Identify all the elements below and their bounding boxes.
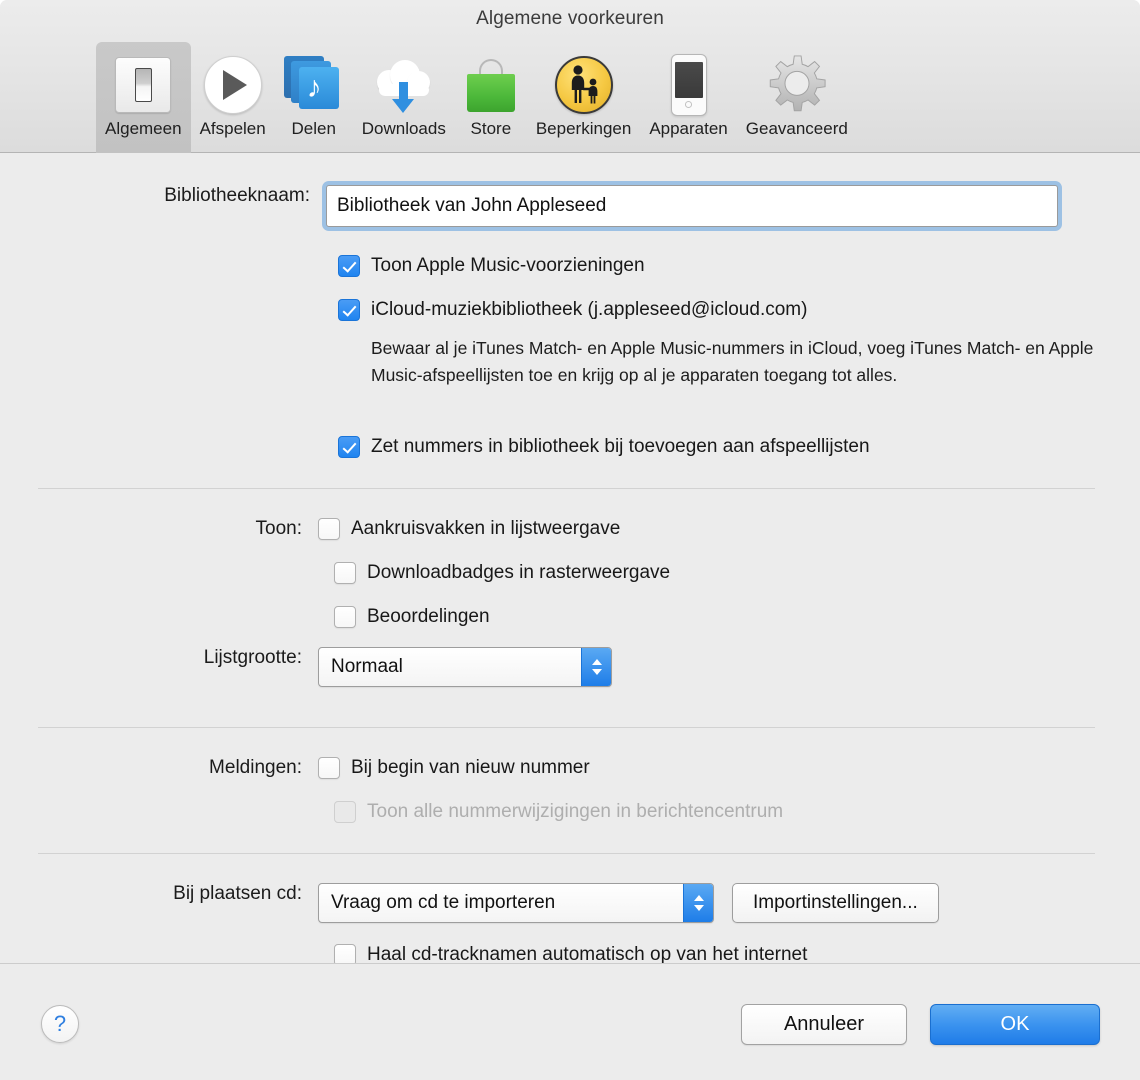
cd-section-label: Bij plaatsen cd: [173,883,302,904]
list-size-label: Lijstgrootte: [203,647,302,668]
help-button[interactable]: ? [41,1005,79,1043]
notifications-label: Meldingen: [209,757,302,778]
divider-2 [38,727,1095,728]
tab-downloads[interactable]: Downloads [353,42,455,153]
ok-button[interactable]: OK [930,1004,1100,1045]
label-nieuw-nummer: Bij begin van nieuw nummer [351,757,590,778]
shared-music-icon: ♪ [283,50,344,120]
checkbox-nummerwijzigingen [334,801,356,823]
tab-label-downloads: Downloads [361,119,446,138]
show-section-row-1: Toon: Aankruisvakken in lijstweergave [92,518,620,540]
tab-beperkingen[interactable]: Beperkingen [527,42,640,153]
cloud-download-icon [373,50,435,120]
show-section-label: Toon: [255,518,302,539]
list-size-value: Normaal [331,656,403,677]
question-mark-icon: ? [53,1011,67,1036]
tab-geavanceerd[interactable]: Geavanceerd [737,42,857,153]
notifications-row-1: Meldingen: Bij begin van nieuw nummer [92,757,590,779]
tab-apparaten[interactable]: Apparaten [640,42,736,153]
tab-delen[interactable]: ♪ Delen [275,42,353,153]
add-songs-to-library-checkbox[interactable] [338,436,360,458]
tab-label-delen: Delen [291,119,336,138]
library-name-label: Bibliotheeknaam: [164,185,310,206]
iphone-icon [670,50,707,120]
cd-action-popup[interactable]: Vraag om cd te importeren [318,883,714,923]
icloud-music-library-row[interactable]: iCloud-muziekbibliotheek (j.appleseed@ic… [338,299,807,321]
divider-1 [38,488,1095,489]
parental-controls-icon [554,50,613,120]
show-apple-music-row[interactable]: Toon Apple Music-voorzieningen [338,255,645,277]
preferences-content: Bibliotheeknaam: Bibliotheek van John Ap… [0,153,1140,966]
add-songs-to-library-label: Zet nummers in bibliotheek bij toevoegen… [371,436,870,457]
window-title: Algemene voorkeuren [476,8,664,29]
checkbox-downloadbadges[interactable] [334,562,356,584]
toolbar: Algemene voorkeuren Algemeen Afspelen ♪ … [0,0,1140,153]
tab-algemeen[interactable]: Algemeen [96,42,191,153]
import-settings-button[interactable]: Importinstellingen... [732,883,939,923]
tab-label-apparaten: Apparaten [649,119,728,138]
notifications-checkbox-row-1[interactable]: Bij begin van nieuw nummer [318,757,590,779]
cd-action-value: Vraag om cd te importeren [331,892,556,913]
list-size-popup[interactable]: Normaal [318,647,612,687]
list-size-row: Lijstgrootte: Normaal [92,647,612,687]
library-name-row: Bibliotheeknaam: Bibliotheek van John Ap… [100,185,1058,227]
tab-store[interactable]: Store [455,42,527,153]
tab-afspelen[interactable]: Afspelen [191,42,275,153]
library-name-input[interactable]: Bibliotheek van John Appleseed [326,185,1058,227]
label-downloadbadges: Downloadbadges in rasterweergave [367,562,671,583]
tab-label-beperkingen: Beperkingen [535,119,632,138]
icloud-music-library-checkbox[interactable] [338,299,360,321]
checkbox-aankruisvakken[interactable] [318,518,340,540]
show-apple-music-checkbox[interactable] [338,255,360,277]
label-aankruisvakken: Aankruisvakken in lijstweergave [351,518,621,539]
notifications-checkbox-row-2: Toon alle nummerwijzigingen in berichten… [334,801,783,823]
tab-label-store: Store [470,119,512,138]
tab-label-geavanceerd: Geavanceerd [745,119,848,138]
icloud-description: Bewaar al je iTunes Match- en Apple Musi… [371,338,1094,385]
divider-3 [38,853,1095,854]
light-switch-icon [115,50,172,120]
show-checkboxes-row-2[interactable]: Downloadbadges in rasterweergave [334,562,670,584]
show-apple-music-label: Toon Apple Music-voorzieningen [371,255,645,276]
cd-action-row: Bij plaatsen cd: Vraag om cd te importer… [92,883,939,923]
shopping-bag-icon [464,50,518,120]
cancel-button[interactable]: Annuleer [741,1004,907,1045]
add-songs-to-library-row[interactable]: Zet nummers in bibliotheek bij toevoegen… [338,436,870,458]
tab-label-algemeen: Algemeen [105,119,182,138]
label-nummerwijzigingen: Toon alle nummerwijzigingen in berichten… [367,801,784,822]
list-size-stepper-icon[interactable] [581,648,611,686]
preferences-window: Algemene voorkeuren Algemeen Afspelen ♪ … [0,0,1140,1080]
icloud-music-library-label: iCloud-muziekbibliotheek (j.appleseed@ic… [371,299,808,320]
checkbox-beoordelingen[interactable] [334,606,356,628]
tab-label-afspelen: Afspelen [199,119,266,138]
cd-action-stepper-icon[interactable] [683,884,713,922]
play-circle-icon [203,50,262,120]
toolbar-tabstrip: Algemeen Afspelen ♪ Delen Downloads Stor… [96,42,857,153]
gear-icon [766,50,828,120]
checkbox-nieuw-nummer[interactable] [318,757,340,779]
show-checkboxes-row-3[interactable]: Beoordelingen [334,606,490,628]
label-beoordelingen: Beoordelingen [367,606,490,627]
icloud-description-row: Bewaar al je iTunes Match- en Apple Musi… [371,335,1101,389]
show-checkboxes-row-1[interactable]: Aankruisvakken in lijstweergave [318,518,620,540]
